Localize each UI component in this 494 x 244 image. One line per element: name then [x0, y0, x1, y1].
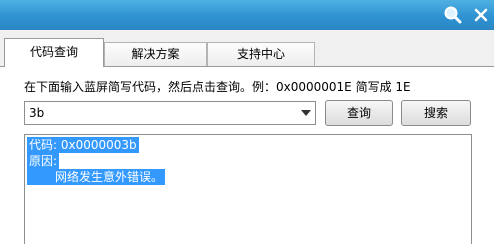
result-reason-text: 网络发生意外错误。: [27, 169, 166, 185]
code-input-value[interactable]: 3b: [29, 106, 44, 120]
magnifier-icon[interactable]: [442, 4, 464, 26]
tab-support-center[interactable]: 支持中心: [207, 42, 315, 66]
code-combobox[interactable]: 3b: [24, 101, 316, 125]
result-textarea[interactable]: 代码: 0x0000003b 原因: 网络发生意外错误。: [24, 134, 472, 244]
query-button[interactable]: 查询: [325, 100, 393, 126]
title-bar: [0, 0, 494, 30]
result-reason-label: 原因:: [27, 153, 60, 169]
tab-bar: 代码查询 解决方案 支持中心: [0, 30, 494, 67]
result-code-line: 代码: 0x0000003b: [27, 137, 139, 153]
tab-solutions[interactable]: 解决方案: [104, 42, 207, 66]
tab-code-query[interactable]: 代码查询: [4, 38, 104, 67]
close-icon[interactable]: [470, 4, 492, 26]
query-hint: 在下面输入蓝屏简写代码，然后点击查询。例：0x0000001E 简写成 1E: [24, 80, 411, 94]
chevron-down-icon[interactable]: [301, 110, 311, 116]
search-button[interactable]: 搜索: [401, 100, 471, 126]
